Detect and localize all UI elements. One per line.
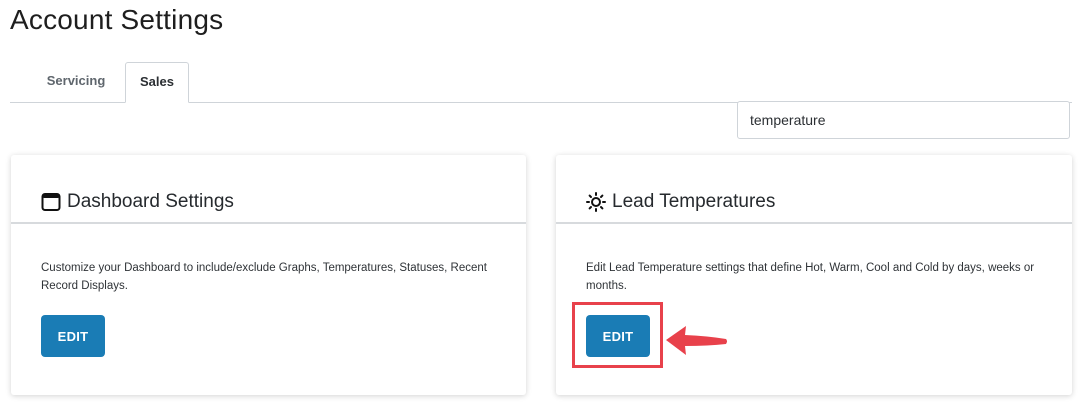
tab-bar: Servicing Sales: [10, 62, 1072, 103]
card-description: Customize your Dashboard to include/excl…: [41, 262, 487, 292]
card-title-text: Dashboard Settings: [67, 191, 234, 212]
browser-window-icon: [41, 192, 61, 212]
dashboard-settings-card: Dashboard Settings Customize your Dashbo…: [11, 155, 526, 395]
card-title: Lead Temperatures: [586, 191, 775, 213]
annotation-arrow-icon: [666, 326, 727, 355]
sun-icon: [586, 192, 606, 212]
page-title: Account Settings: [10, 4, 224, 35]
card-title: Dashboard Settings: [41, 191, 234, 213]
search-input[interactable]: [737, 101, 1070, 139]
card-header: Lead Temperatures: [556, 155, 1072, 224]
card-header: Dashboard Settings: [11, 155, 526, 224]
tab-sales[interactable]: Sales: [125, 62, 189, 103]
card-description: Edit Lead Temperature settings that defi…: [586, 262, 1035, 292]
annotation-highlight-box: [572, 302, 663, 368]
edit-dashboard-settings-button[interactable]: EDIT: [41, 315, 105, 357]
tab-servicing[interactable]: Servicing: [30, 62, 122, 100]
card-title-text: Lead Temperatures: [612, 191, 776, 212]
